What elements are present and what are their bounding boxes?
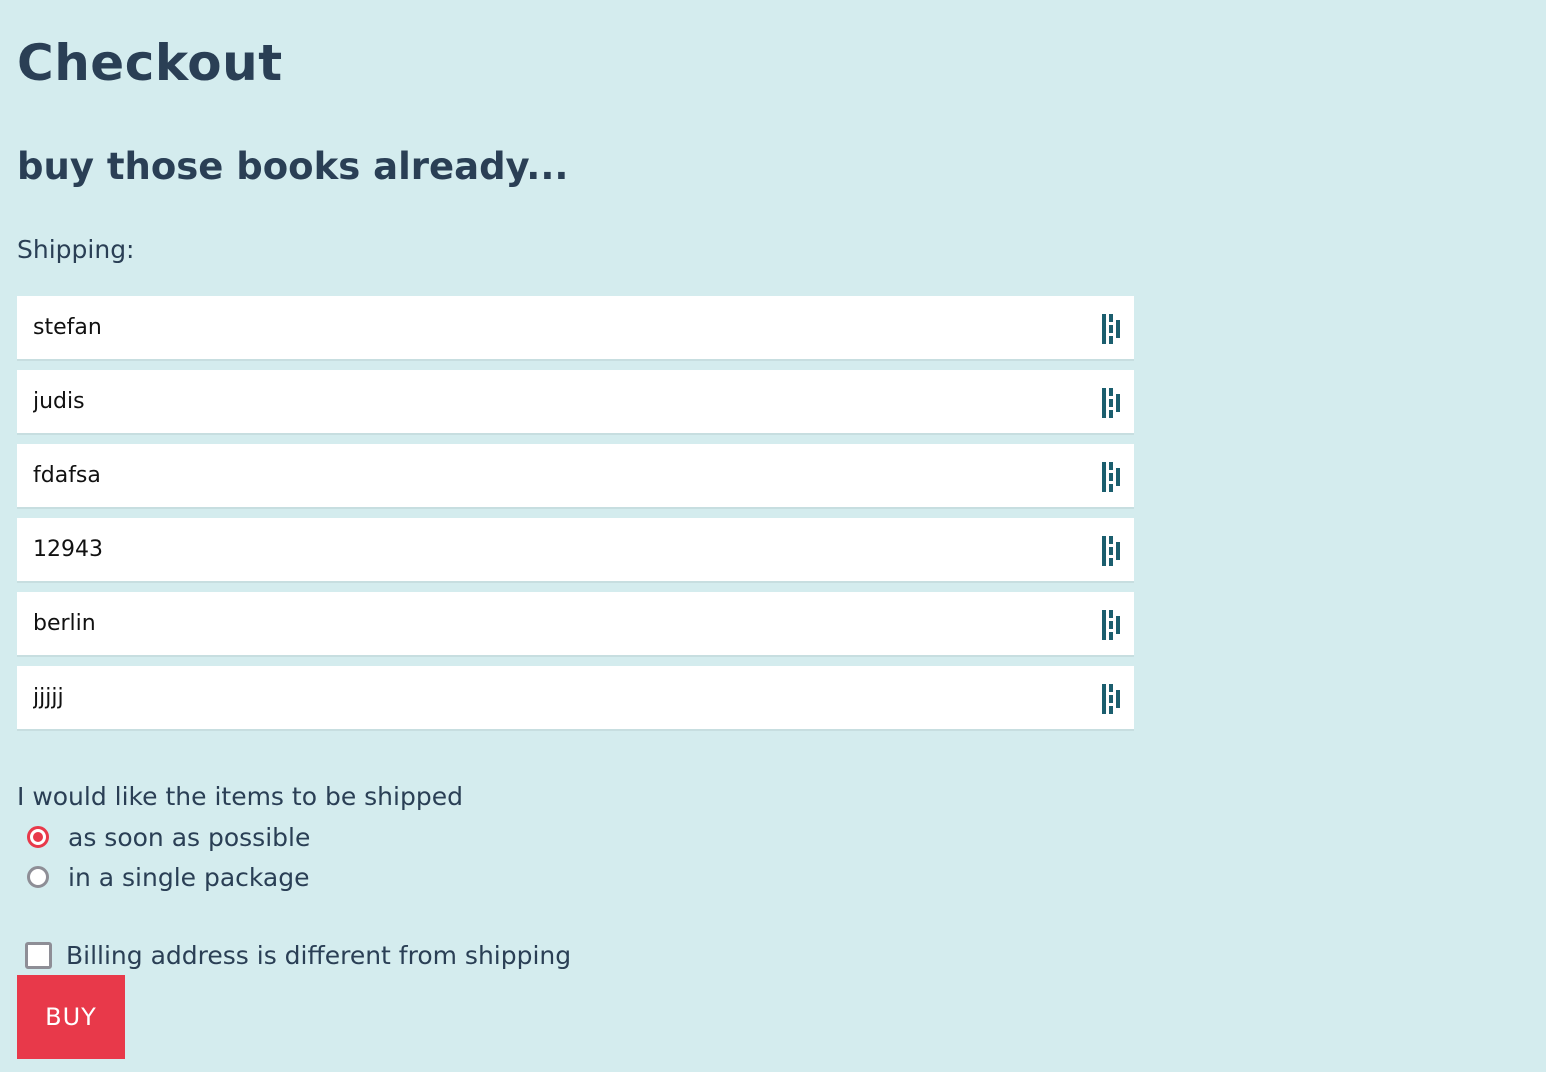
city-input[interactable]: [17, 592, 1077, 655]
billing-different-checkbox[interactable]: [25, 941, 52, 969]
extra-input[interactable]: [17, 666, 1077, 729]
zip-input[interactable]: [17, 518, 1077, 581]
radio-label-single-package: in a single package: [68, 862, 310, 892]
billing-different-label: Billing address is different from shippi…: [66, 940, 572, 970]
radio-option-single-package[interactable]: in a single package: [27, 862, 310, 892]
buy-button[interactable]: BUY: [17, 975, 125, 1059]
page-title: Checkout: [17, 34, 283, 92]
shipping-preference-question: I would like the items to be shipped: [17, 782, 463, 811]
street-input[interactable]: [17, 444, 1077, 507]
password-manager-icon[interactable]: [1102, 388, 1124, 418]
radio-label-asap: as soon as possible: [68, 822, 311, 852]
password-manager-icon[interactable]: [1102, 462, 1124, 492]
shipping-field-zip[interactable]: [17, 518, 1134, 581]
radio-button-unselected[interactable]: [27, 866, 49, 888]
password-manager-icon[interactable]: [1102, 314, 1124, 344]
radio-button-selected[interactable]: [27, 826, 49, 848]
first-name-input[interactable]: [17, 296, 1077, 359]
shipping-field-street[interactable]: [17, 444, 1134, 507]
page-subtitle: buy those books already...: [17, 145, 569, 188]
shipping-field-city[interactable]: [17, 592, 1134, 655]
shipping-label: Shipping:: [17, 235, 135, 264]
shipping-field-extra[interactable]: [17, 666, 1134, 729]
shipping-field-first-name[interactable]: [17, 296, 1134, 359]
shipping-fields: [17, 296, 1134, 740]
last-name-input[interactable]: [17, 370, 1077, 433]
radio-option-asap[interactable]: as soon as possible: [27, 822, 310, 852]
billing-different-option[interactable]: Billing address is different from shippi…: [25, 940, 571, 970]
shipping-field-last-name[interactable]: [17, 370, 1134, 433]
password-manager-icon[interactable]: [1102, 684, 1124, 714]
password-manager-icon[interactable]: [1102, 610, 1124, 640]
password-manager-icon[interactable]: [1102, 536, 1124, 566]
